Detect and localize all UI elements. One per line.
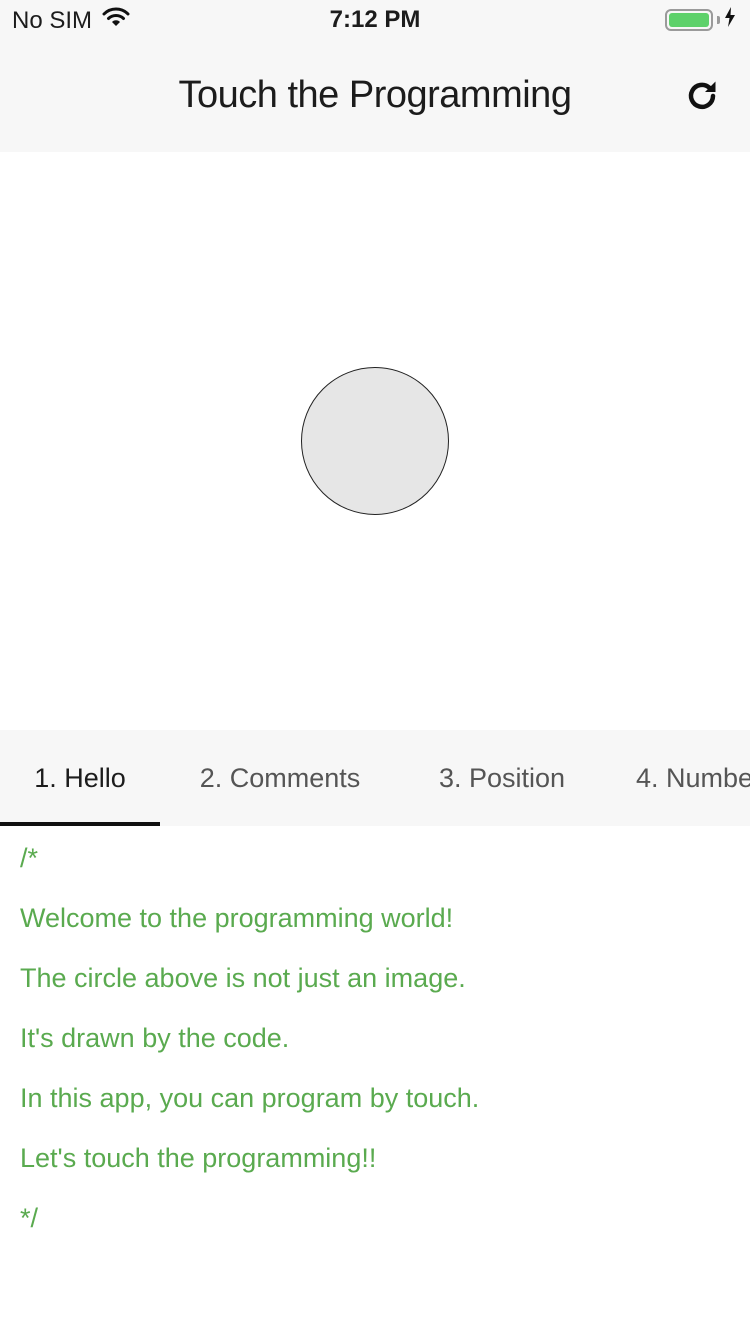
drawn-circle — [301, 367, 449, 515]
battery-fill — [669, 13, 709, 27]
charging-icon — [724, 6, 736, 34]
tab-position[interactable]: 3. Position — [412, 730, 592, 826]
code-line[interactable]: /* — [20, 840, 750, 900]
lesson-tab-bar: 1. Hello 2. Comments 3. Position 4. Numb… — [0, 730, 750, 826]
code-editor: /* Welcome to the programming world! The… — [0, 826, 750, 1334]
tab-hello[interactable]: 1. Hello — [0, 730, 160, 826]
code-line[interactable]: */ — [20, 1200, 750, 1260]
page-title: Touch the Programming — [178, 74, 572, 116]
battery-icon — [665, 9, 713, 31]
battery-nub — [717, 16, 720, 24]
refresh-icon — [684, 78, 720, 119]
code-line[interactable]: The circle above is not just an image. — [20, 960, 750, 1020]
code-line[interactable]: Welcome to the programming world! — [20, 900, 750, 960]
status-right — [665, 6, 736, 34]
tab-numbers[interactable]: 4. Numbe — [636, 730, 750, 826]
tab-comments[interactable]: 2. Comments — [170, 730, 390, 826]
status-time: 7:12 PM — [329, 6, 421, 33]
code-line[interactable]: In this app, you can program by touch. — [20, 1080, 750, 1140]
status-bar: No SIM 7:12 PM — [0, 0, 750, 40]
code-line[interactable]: It's drawn by the code. — [20, 1020, 750, 1080]
code-line[interactable]: Let's touch the programming!! — [20, 1140, 750, 1200]
refresh-button[interactable] — [680, 76, 724, 120]
nav-bar: Touch the Programming — [0, 40, 750, 152]
drawing-canvas[interactable] — [0, 152, 750, 730]
